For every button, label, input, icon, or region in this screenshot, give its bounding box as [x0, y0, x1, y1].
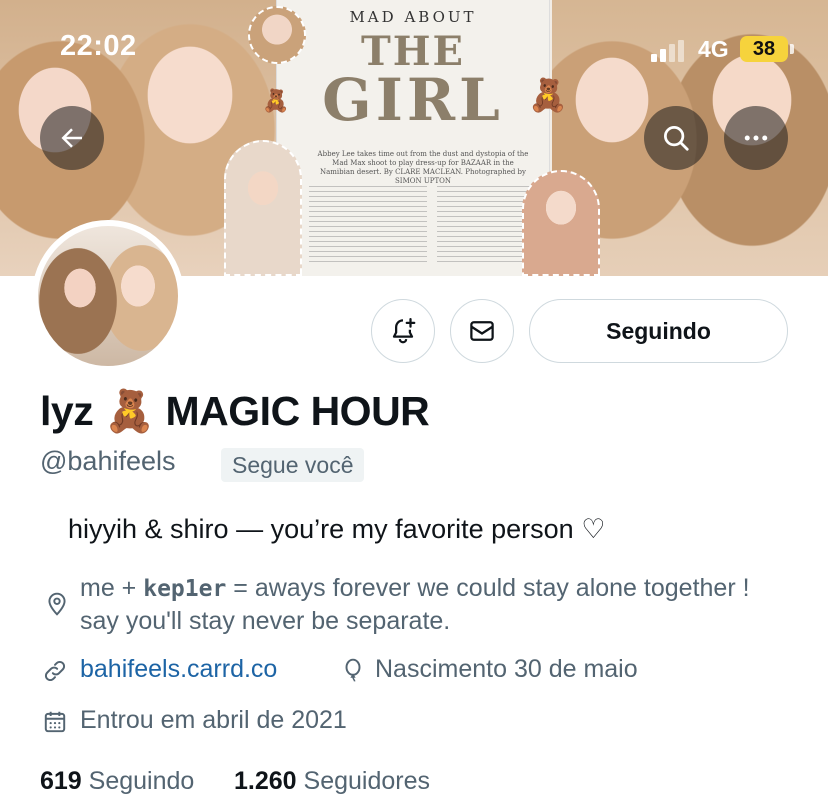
- joined-date: Entrou em abril de 2021: [80, 706, 347, 734]
- battery-icon: 38: [740, 36, 788, 62]
- follows-you-badge: Segue você: [221, 448, 365, 482]
- search-button[interactable]: [644, 106, 708, 170]
- location-highlight: kep1er: [143, 576, 227, 602]
- following-count: 619: [40, 767, 82, 795]
- website-link[interactable]: bahifeels.carrd.co: [80, 655, 277, 684]
- profile-avatar[interactable]: [32, 220, 184, 372]
- teddy-bear-sticker-icon: 🧸: [528, 77, 568, 113]
- followers-stat[interactable]: 1.260 Seguidores: [234, 767, 430, 796]
- notifications-button[interactable]: [371, 299, 435, 363]
- profile-bio: hiyyih & shiro — you’re my favorite pers…: [68, 514, 606, 544]
- battery-tip: [790, 44, 794, 54]
- balloon-icon: [340, 657, 366, 683]
- display-name: lyz 🧸 MAGIC HOUR: [40, 388, 430, 434]
- following-stat[interactable]: 619 Seguindo: [40, 767, 194, 796]
- username: @bahifeels: [40, 446, 176, 476]
- search-icon: [664, 126, 689, 151]
- arrow-left-icon: [61, 128, 82, 148]
- back-button[interactable]: [40, 106, 104, 170]
- birthday: Nascimento 30 de maio: [375, 655, 638, 683]
- following-button[interactable]: Seguindo: [529, 299, 788, 363]
- network-type: 4G: [698, 36, 729, 62]
- magazine-column-gap: [427, 186, 437, 266]
- more-horizontal-icon: [744, 135, 768, 141]
- banner-sticker-portrait: [248, 6, 306, 64]
- cellular-signal-icon: [651, 40, 691, 62]
- message-button[interactable]: [450, 299, 514, 363]
- profile-location: me + kep1er = aways forever we could sta…: [80, 572, 780, 637]
- followers-label: Seguidores: [303, 767, 430, 795]
- magazine-title-line2: GIRL: [322, 66, 504, 134]
- link-icon: [42, 658, 68, 684]
- banner-magazine-page: MAD ABOUT THE GIRL Abbey Lee takes time …: [276, 0, 550, 276]
- following-label: Seguindo: [88, 767, 195, 795]
- magazine-body-text: [309, 186, 537, 266]
- magazine-kicker: MAD ABOUT: [349, 8, 477, 26]
- teddy-bear-sticker-icon: 🧸: [262, 88, 290, 113]
- status-time: 22:02: [60, 30, 137, 62]
- magazine-deck: Abbey Lee takes time out from the dust a…: [317, 150, 529, 185]
- followers-count: 1.260: [234, 767, 297, 795]
- envelope-icon: [470, 321, 494, 341]
- banner-sticker-singer: [224, 140, 302, 276]
- banner-sticker-singer: [522, 170, 600, 276]
- location-pin-icon: [44, 591, 70, 617]
- more-options-button[interactable]: [724, 106, 788, 170]
- calendar-icon: [42, 709, 68, 735]
- location-prefix: me +: [80, 574, 144, 602]
- bell-plus-icon: [392, 318, 416, 344]
